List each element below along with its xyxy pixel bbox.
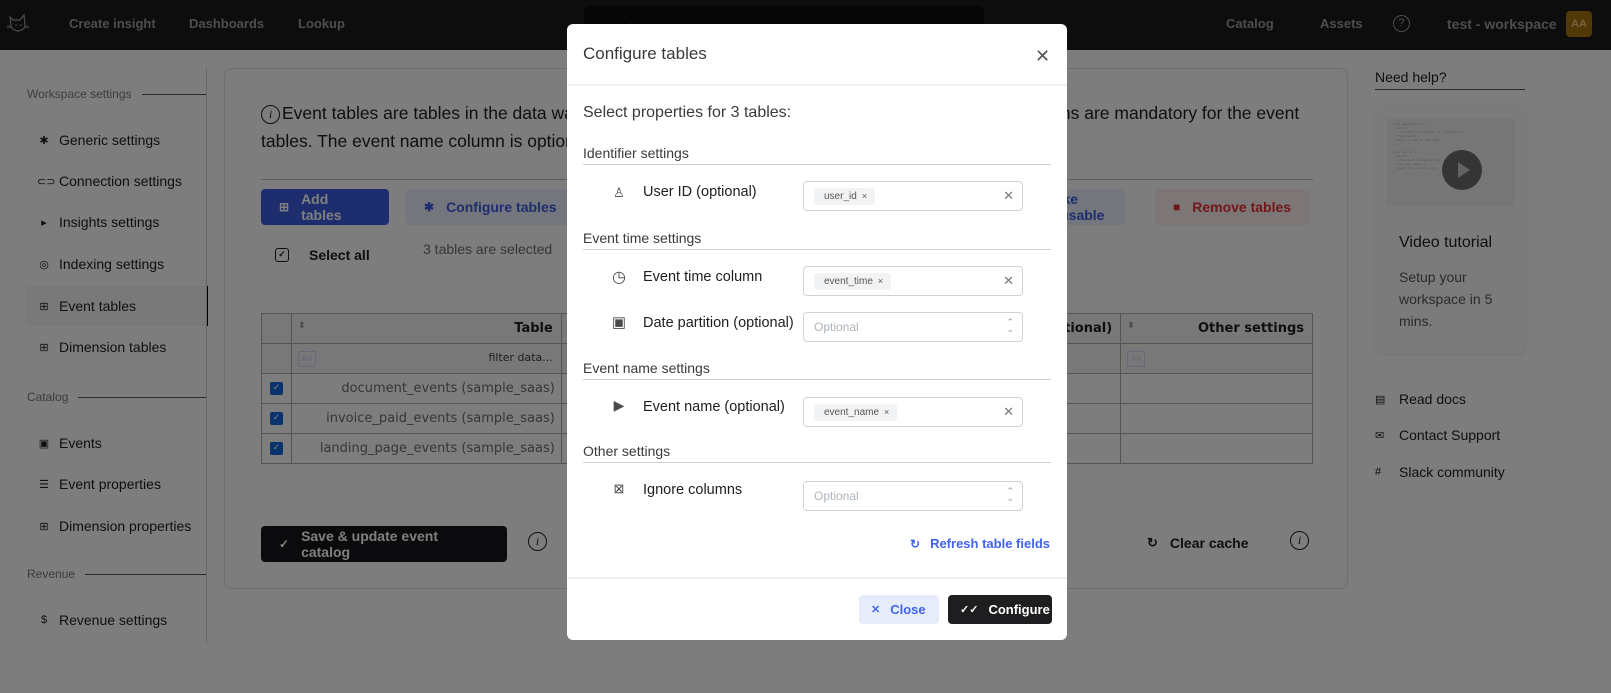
close-button[interactable]: ✕ Close: [859, 595, 939, 624]
section-event-time: Event time settings: [583, 230, 1051, 250]
user-id-label: User ID (optional): [643, 184, 757, 200]
button-label: Refresh table fields: [930, 536, 1050, 551]
section-identifier: Identifier settings: [583, 145, 1051, 165]
event-name-select[interactable]: event_name × ✕: [803, 397, 1023, 427]
value-tag: event_name ×: [814, 404, 898, 421]
clear-icon[interactable]: ✕: [1003, 188, 1014, 204]
button-label: Configure: [988, 602, 1050, 617]
clear-icon[interactable]: ✕: [1003, 404, 1014, 420]
configure-tables-modal: Configure tables ✕ Select properties for…: [567, 24, 1067, 640]
calendar-check-icon: ▣: [611, 314, 627, 331]
event-name-label: Event name (optional): [643, 399, 785, 415]
modal-title: Configure tables: [583, 44, 707, 63]
divider: [567, 84, 1067, 86]
ignore-columns-label: Ignore columns: [643, 482, 743, 498]
divider: [567, 577, 1067, 579]
section-other: Other settings: [583, 443, 1051, 463]
clock-icon: ◷: [612, 269, 626, 286]
tag-label: event_time: [824, 276, 873, 287]
button-label: Close: [890, 602, 926, 617]
date-partition-label: Date partition (optional): [643, 315, 794, 331]
date-partition-select[interactable]: Optional ⌃ ⌄: [803, 312, 1023, 342]
chevron-updown-icon: ⌃ ⌄: [1006, 317, 1014, 334]
tag-label: user_id: [824, 191, 857, 202]
value-tag: event_time ×: [814, 273, 892, 290]
refresh-table-fields-button[interactable]: ↻ Refresh table fields: [910, 536, 1050, 551]
event-time-label: Event time column: [643, 269, 763, 285]
placeholder: Optional: [814, 489, 859, 503]
value-tag: user_id ×: [814, 188, 876, 205]
video-icon: ▶: [613, 397, 625, 413]
modal-subtitle: Select properties for 3 tables:: [583, 104, 792, 121]
remove-tag-icon[interactable]: ×: [878, 276, 883, 286]
refresh-icon: ↻: [910, 537, 921, 551]
ignore-columns-select[interactable]: Optional ⌃ ⌄: [803, 481, 1023, 511]
close-icon[interactable]: ✕: [1035, 46, 1050, 67]
remove-tag-icon[interactable]: ×: [884, 407, 889, 417]
chevron-updown-icon: ⌃ ⌄: [1006, 486, 1014, 503]
event-time-select[interactable]: event_time × ✕: [803, 266, 1023, 296]
file-x-icon: ⊠: [613, 481, 625, 496]
section-event-name: Event name settings: [583, 360, 1051, 380]
configure-button[interactable]: ✓✓ Configure: [948, 595, 1052, 624]
remove-tag-icon[interactable]: ×: [862, 191, 867, 201]
close-icon: ✕: [871, 604, 881, 616]
tag-label: event_name: [824, 407, 880, 418]
clear-icon[interactable]: ✕: [1003, 273, 1014, 289]
user-id-select[interactable]: user_id × ✕: [803, 181, 1023, 211]
double-check-icon: ✓✓: [960, 604, 979, 616]
placeholder: Optional: [814, 320, 859, 334]
user-icon: ♙: [613, 185, 625, 200]
